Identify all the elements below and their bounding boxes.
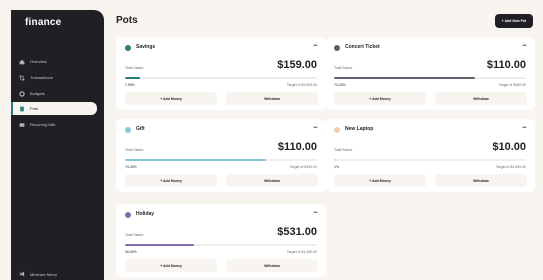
pot-name: Gift: [136, 126, 145, 132]
sidebar-item-label: Recurring bills: [30, 122, 56, 127]
pot-name: Savings: [136, 44, 156, 50]
progress-fill: [334, 77, 475, 79]
total-saved-label: Total Saved: [334, 148, 353, 152]
progress-percent: 73.33%: [334, 83, 346, 87]
minimize-arrow-icon: [19, 271, 25, 278]
sidebar-item-recurring-bills[interactable]: Recurring bills: [11, 118, 97, 131]
target-amount: Target of $1,000.00: [495, 165, 526, 169]
sidebar-item-transactions[interactable]: Transactions: [11, 71, 97, 84]
more-options-icon[interactable]: •••: [313, 43, 317, 49]
pots-icon: [19, 106, 25, 112]
sidebar-item-label: Budgets: [30, 91, 45, 96]
add-money-button[interactable]: + Add Money: [125, 92, 217, 105]
app-frame: finance Overview Transactions Budgets Po…: [0, 0, 543, 280]
withdraw-button[interactable]: Withdraw: [226, 92, 318, 105]
total-saved-amount: $110.00: [277, 141, 317, 153]
pot-color-dot: [125, 127, 131, 133]
pot-card-holiday: Holiday ••• Total Saved $531.00 36.00% T…: [116, 204, 326, 277]
app-logo: finance: [25, 17, 62, 28]
pot-card-new-laptop: New Laptop ••• Total Saved $10.00 1% Tar…: [325, 119, 535, 192]
sidebar-item-overview[interactable]: Overview: [11, 55, 97, 68]
pot-color-dot: [334, 127, 340, 133]
sidebar-item-budgets[interactable]: Budgets: [11, 87, 97, 100]
home-icon: [19, 59, 25, 65]
pot-name: Holiday: [136, 211, 155, 217]
pot-color-dot: [125, 212, 131, 218]
minimize-menu-label: Minimize Menu: [30, 272, 57, 277]
add-money-button[interactable]: + Add Money: [334, 92, 426, 105]
recurring-bills-icon: [19, 122, 25, 128]
target-amount: Target of $150.00: [289, 165, 317, 169]
progress-fill: [125, 244, 195, 246]
total-saved-label: Total Saved: [125, 233, 144, 237]
pot-name: Concert Ticket: [345, 44, 380, 50]
more-options-icon[interactable]: •••: [313, 210, 317, 216]
more-options-icon[interactable]: •••: [522, 43, 526, 49]
progress-fill: [125, 77, 141, 79]
target-amount: Target of $150.00: [498, 83, 526, 87]
progress-bar: [334, 159, 526, 161]
pot-card-gift: Gift ••• Total Saved $110.00 73.33% Targ…: [116, 119, 326, 192]
add-money-button[interactable]: + Add Money: [125, 259, 217, 272]
pot-color-dot: [334, 45, 340, 51]
total-saved-amount: $10.00: [492, 141, 526, 153]
page-title: Pots: [116, 15, 138, 26]
progress-percent: 1%: [334, 165, 340, 169]
sidebar-item-label: Overview: [30, 59, 47, 64]
transactions-icon: [19, 74, 25, 81]
progress-percent: 7.95%: [125, 83, 135, 87]
total-saved-amount: $110.00: [486, 59, 526, 71]
add-money-button[interactable]: + Add Money: [125, 174, 217, 187]
sidebar-item-pots[interactable]: Pots: [11, 102, 97, 115]
sidebar-item-label: Transactions: [30, 75, 53, 80]
progress-bar: [334, 77, 526, 79]
progress-percent: 36.00%: [125, 250, 137, 254]
add-new-pot-button[interactable]: + Add New Pot: [495, 14, 533, 28]
target-amount: Target of $2,000.00: [286, 83, 317, 87]
progress-bar: [125, 244, 317, 246]
withdraw-button[interactable]: Withdraw: [226, 174, 318, 187]
total-saved-amount: $159.00: [277, 59, 317, 71]
minimize-menu-button[interactable]: Minimize Menu: [19, 271, 57, 278]
sidebar-item-label: Pots: [30, 106, 39, 111]
total-saved-amount: $531.00: [277, 226, 317, 238]
withdraw-button[interactable]: Withdraw: [435, 92, 527, 105]
total-saved-label: Total Saved: [125, 66, 144, 70]
progress-bar: [125, 159, 317, 161]
progress-bar: [125, 77, 317, 79]
progress-percent: 73.33%: [125, 165, 137, 169]
total-saved-label: Total Saved: [334, 66, 353, 70]
add-money-button[interactable]: + Add Money: [334, 174, 426, 187]
target-amount: Target of $1,440.00: [286, 250, 317, 254]
progress-fill: [125, 159, 266, 161]
withdraw-button[interactable]: Withdraw: [435, 174, 527, 187]
pot-card-savings: Savings ••• Total Saved $159.00 7.95% Ta…: [116, 37, 326, 110]
withdraw-button[interactable]: Withdraw: [226, 259, 318, 272]
total-saved-label: Total Saved: [125, 148, 144, 152]
more-options-icon[interactable]: •••: [313, 125, 317, 131]
sidebar: finance Overview Transactions Budgets Po…: [11, 10, 104, 280]
budgets-icon: [19, 90, 25, 97]
more-options-icon[interactable]: •••: [522, 125, 526, 131]
pot-card-concert-ticket: Concert Ticket ••• Total Saved $110.00 7…: [325, 37, 535, 110]
pot-color-dot: [125, 45, 131, 51]
pot-name: New Laptop: [345, 126, 374, 132]
progress-fill: [334, 159, 336, 161]
